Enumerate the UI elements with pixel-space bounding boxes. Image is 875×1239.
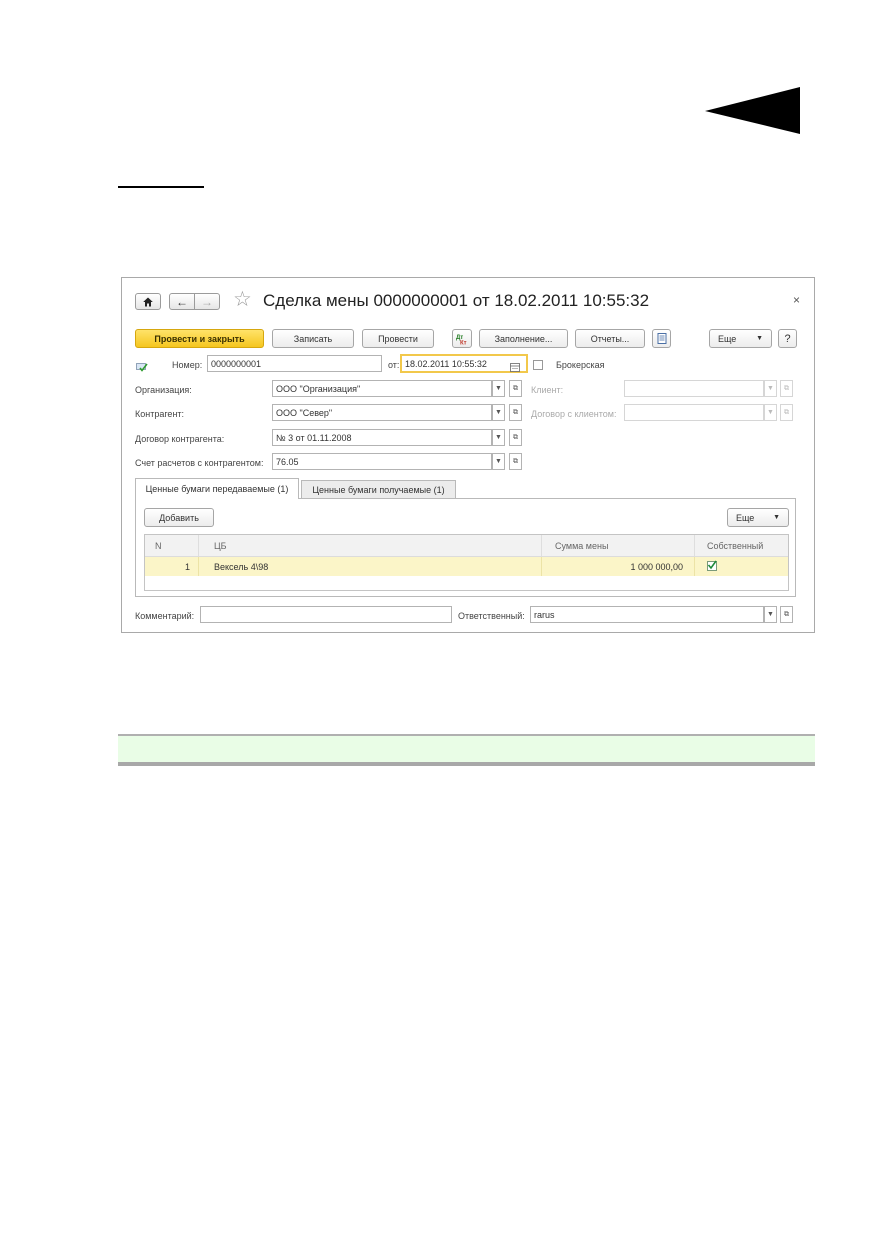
open-link-icon: ⧉ <box>784 408 789 416</box>
responsible-dropdown-button[interactable]: ▼ <box>764 606 777 623</box>
more-label: Еще <box>718 333 737 344</box>
open-link-icon: ⧉ <box>513 384 518 392</box>
counterparty-field[interactable]: ООО "Север" <box>272 404 492 421</box>
table-more-label: Еще <box>736 512 755 523</box>
column-header-n[interactable]: N <box>155 541 162 551</box>
forward-button[interactable]: → <box>194 293 220 310</box>
dropdown-arrow-icon: ▼ <box>495 385 502 392</box>
posted-status-icon <box>136 359 148 377</box>
back-button[interactable]: ← <box>169 293 195 310</box>
client-label: Клиент: <box>531 385 564 395</box>
document-window: ← → ☆ Сделка мены 0000000001 от 18.02.20… <box>121 277 815 633</box>
check-icon <box>707 560 717 570</box>
tab-panel: Добавить Еще ▼ N ЦБ Сумма мены Собственн… <box>135 498 796 597</box>
document-icon <box>657 333 666 344</box>
organization-label: Организация: <box>135 385 192 395</box>
account-field[interactable]: 76.05 <box>272 453 492 470</box>
date-value: 18.02.2011 10:55:32 <box>405 358 487 369</box>
tab-securities-transferred[interactable]: Ценные бумаги передаваемые (1) <box>135 478 299 499</box>
column-header-amount[interactable]: Сумма мены <box>555 541 608 551</box>
dt-ct-button[interactable]: Дт Кт <box>452 329 472 348</box>
debit-credit-icon: Дт Кт <box>456 335 467 345</box>
home-button[interactable] <box>135 293 161 310</box>
dropdown-arrow-icon: ▼ <box>756 335 763 342</box>
table-header-row: N ЦБ Сумма мены Собственный <box>145 535 788 557</box>
column-header-own[interactable]: Собственный <box>707 541 763 551</box>
brokerage-label: Брокерская <box>556 360 605 370</box>
organization-open-button[interactable]: ⧉ <box>509 380 522 397</box>
page-underline-rule <box>118 186 204 188</box>
add-button[interactable]: Добавить <box>144 508 214 527</box>
left-triangle-arrow-icon <box>705 87 800 134</box>
fill-button[interactable]: Заполнение... <box>479 329 568 348</box>
account-open-button[interactable]: ⧉ <box>509 453 522 470</box>
account-dropdown-button[interactable]: ▼ <box>492 453 505 470</box>
row-own-checkbox[interactable] <box>707 560 717 571</box>
counterparty-dropdown-button[interactable]: ▼ <box>492 404 505 421</box>
dropdown-arrow-icon: ▼ <box>767 611 774 618</box>
account-label: Счет расчетов с контрагентом: <box>135 458 264 468</box>
dropdown-arrow-icon: ▼ <box>495 434 502 441</box>
arrow-left-icon: ← <box>176 294 188 309</box>
open-link-icon: ⧉ <box>513 433 518 441</box>
tab-securities-received[interactable]: Ценные бумаги получаемые (1) <box>301 480 456 499</box>
reports-button[interactable]: Отчеты... <box>575 329 645 348</box>
save-button[interactable]: Записать <box>272 329 354 348</box>
organization-field[interactable]: ООО "Организация" <box>272 380 492 397</box>
help-button[interactable]: ? <box>778 329 797 348</box>
row-security: Вексель 4\98 <box>214 562 269 572</box>
post-button[interactable]: Провести <box>362 329 434 348</box>
client-dropdown-button[interactable]: ▼ <box>764 380 777 397</box>
row-amount: 1 000 000,00 <box>630 562 683 572</box>
responsible-open-button[interactable]: ⧉ <box>780 606 793 623</box>
svg-text:Кт: Кт <box>460 340 467 345</box>
favorite-star-icon[interactable]: ☆ <box>233 288 252 312</box>
row-number: 1 <box>184 562 190 572</box>
contract-dropdown-button[interactable]: ▼ <box>492 429 505 446</box>
dropdown-arrow-icon: ▼ <box>495 409 502 416</box>
client-contract-open-button[interactable]: ⧉ <box>780 404 793 421</box>
table-more-button[interactable]: Еще ▼ <box>727 508 789 527</box>
print-button[interactable] <box>652 329 671 348</box>
open-link-icon: ⧉ <box>513 457 518 465</box>
number-field[interactable]: 0000000001 <box>207 355 382 372</box>
column-header-security[interactable]: ЦБ <box>214 541 227 551</box>
open-link-icon: ⧉ <box>513 408 518 416</box>
comment-field[interactable] <box>200 606 452 623</box>
more-button[interactable]: Еще ▼ <box>709 329 772 348</box>
green-highlight-band <box>118 734 815 766</box>
date-label: от: <box>388 360 400 370</box>
client-contract-label: Договор с клиентом: <box>531 409 617 419</box>
dropdown-arrow-icon: ▼ <box>767 409 774 416</box>
close-icon[interactable]: × <box>793 293 800 307</box>
contract-field[interactable]: № 3 от 01.11.2008 <box>272 429 492 446</box>
counterparty-label: Контрагент: <box>135 409 185 419</box>
client-contract-dropdown-button[interactable]: ▼ <box>764 404 777 421</box>
brokerage-checkbox[interactable] <box>533 360 543 370</box>
dropdown-arrow-icon: ▼ <box>767 385 774 392</box>
open-link-icon: ⧉ <box>784 384 789 392</box>
dropdown-arrow-icon: ▼ <box>773 514 780 521</box>
calendar-icon[interactable] <box>510 359 520 377</box>
post-and-close-button[interactable]: Провести и закрыть <box>135 329 264 348</box>
comment-label: Комментарий: <box>135 611 195 621</box>
client-open-button[interactable]: ⧉ <box>780 380 793 397</box>
contract-label: Договор контрагента: <box>135 434 225 444</box>
securities-table: N ЦБ Сумма мены Собственный 1 Вексель 4\… <box>144 534 789 591</box>
client-contract-field[interactable] <box>624 404 764 421</box>
document-title: Сделка мены 0000000001 от 18.02.2011 10:… <box>263 291 650 310</box>
date-field[interactable]: 18.02.2011 10:55:32 <box>400 354 528 373</box>
responsible-label: Ответственный: <box>458 611 525 621</box>
responsible-field[interactable]: rarus <box>530 606 764 623</box>
home-icon <box>143 297 153 306</box>
counterparty-open-button[interactable]: ⧉ <box>509 404 522 421</box>
number-label: Номер: <box>172 360 203 370</box>
open-link-icon: ⧉ <box>784 610 789 618</box>
dropdown-arrow-icon: ▼ <box>495 458 502 465</box>
contract-open-button[interactable]: ⧉ <box>509 429 522 446</box>
client-field[interactable] <box>624 380 764 397</box>
table-row[interactable]: 1 Вексель 4\98 1 000 000,00 <box>145 557 788 576</box>
arrow-right-icon: → <box>201 294 213 309</box>
organization-dropdown-button[interactable]: ▼ <box>492 380 505 397</box>
